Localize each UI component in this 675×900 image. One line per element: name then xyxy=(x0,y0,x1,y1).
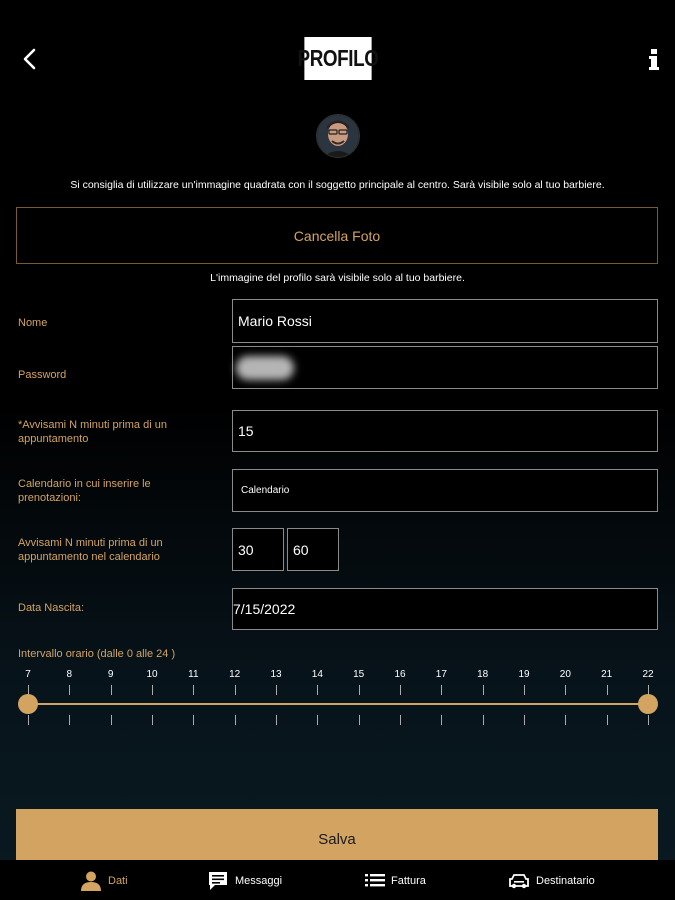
tick-mark xyxy=(317,685,319,695)
time-range-max-handle[interactable] xyxy=(638,694,658,714)
tick-label: 15 xyxy=(353,669,365,680)
photo-hint: Si consiglia di utilizzare un'immagine q… xyxy=(70,179,605,191)
tick-label: 19 xyxy=(518,669,530,680)
tab-messaggi[interactable]: Messaggi xyxy=(207,866,282,896)
tick-mark xyxy=(358,685,360,695)
tick-mark xyxy=(193,685,195,695)
tick-mark xyxy=(69,715,71,725)
tick-label: 17 xyxy=(435,669,447,680)
calendar-notify-label: Avvisami N minuti prima di un appuntamen… xyxy=(18,537,163,563)
time-range-track[interactable] xyxy=(28,703,648,705)
message-icon xyxy=(207,870,229,892)
tick-mark xyxy=(482,685,484,695)
birth-date-label: Data Nascita: xyxy=(18,602,85,614)
tick-mark xyxy=(28,715,29,725)
password-input[interactable] xyxy=(232,346,658,389)
name-label: Nome xyxy=(18,317,48,329)
back-icon[interactable] xyxy=(18,46,42,72)
name-input[interactable]: Mario Rossi xyxy=(232,299,658,343)
car-icon xyxy=(508,872,530,890)
tick-mark xyxy=(606,715,608,725)
tick-mark xyxy=(648,715,649,725)
tab-dati-label: Dati xyxy=(108,875,128,887)
tab-destinatario[interactable]: Destinatario xyxy=(508,866,595,896)
tick-mark xyxy=(110,715,112,725)
tick-mark xyxy=(317,715,319,725)
tick-mark xyxy=(276,715,277,725)
tick-mark xyxy=(400,715,401,725)
tick-label: 14 xyxy=(311,669,323,680)
notify-minutes-input[interactable]: 15 xyxy=(232,410,658,452)
time-range-min-handle[interactable] xyxy=(18,694,38,714)
tick-mark xyxy=(358,715,360,725)
calendar-label: Calendario in cui inserire le prenotazio… xyxy=(18,478,151,504)
tab-fattura[interactable]: Fattura xyxy=(365,866,426,896)
tick-mark xyxy=(110,685,112,695)
tick-mark xyxy=(400,685,401,695)
tick-label: 21 xyxy=(601,669,613,680)
tick-mark xyxy=(152,685,153,695)
tick-mark xyxy=(276,685,277,695)
tick-label: 11 xyxy=(188,669,199,680)
tick-mark xyxy=(565,715,567,725)
tick-mark xyxy=(482,715,484,725)
password-label: Password xyxy=(18,369,67,381)
user-icon xyxy=(80,870,102,892)
tick-mark xyxy=(234,715,236,725)
avatar[interactable] xyxy=(316,114,360,158)
delete-photo-button[interactable]: Cancella Foto xyxy=(16,207,658,264)
tick-label: 10 xyxy=(146,669,158,680)
tab-destinatario-label: Destinatario xyxy=(536,875,595,887)
tick-mark xyxy=(441,685,443,695)
tick-label: 20 xyxy=(559,669,571,680)
tick-label: 8 xyxy=(66,669,73,680)
tick-mark xyxy=(565,685,567,695)
calendar-notify-input-2[interactable]: 60 xyxy=(287,528,339,571)
tab-messaggi-label: Messaggi xyxy=(235,875,283,887)
tab-fattura-label: Fattura xyxy=(391,875,426,887)
tick-label: 7 xyxy=(25,669,31,680)
tick-mark xyxy=(152,715,153,725)
calendar-notify-input-1[interactable]: 30 xyxy=(232,528,284,571)
photo-visibility-note: L'immagine del profilo sarà visibile sol… xyxy=(210,272,465,284)
tick-label: 12 xyxy=(229,669,241,680)
tick-mark xyxy=(441,715,443,725)
tick-label: 22 xyxy=(642,669,654,680)
tick-mark xyxy=(524,715,525,725)
calendar-select[interactable]: Calendario xyxy=(232,469,658,512)
tick-mark xyxy=(606,685,608,695)
tick-label: 13 xyxy=(270,669,282,680)
tick-mark xyxy=(524,685,525,695)
time-range-title: Intervallo orario (dalle 0 alle 24 ) xyxy=(18,648,176,660)
tick-mark xyxy=(193,715,195,725)
birth-date-input[interactable]: 7/15/2022 xyxy=(232,588,658,630)
list-icon xyxy=(365,872,385,890)
notify-label: *Avvisami N minuti prima di un appuntame… xyxy=(18,419,167,445)
tick-label: 9 xyxy=(107,669,114,680)
page-title: PROFILO xyxy=(298,37,379,80)
tick-mark xyxy=(69,685,71,695)
tick-label: 18 xyxy=(477,669,489,680)
tick-mark xyxy=(234,685,236,695)
tick-label: 16 xyxy=(394,669,406,680)
password-blurred-value xyxy=(236,356,294,380)
info-icon[interactable] xyxy=(644,46,664,72)
tab-dati[interactable]: Dati xyxy=(80,866,128,896)
